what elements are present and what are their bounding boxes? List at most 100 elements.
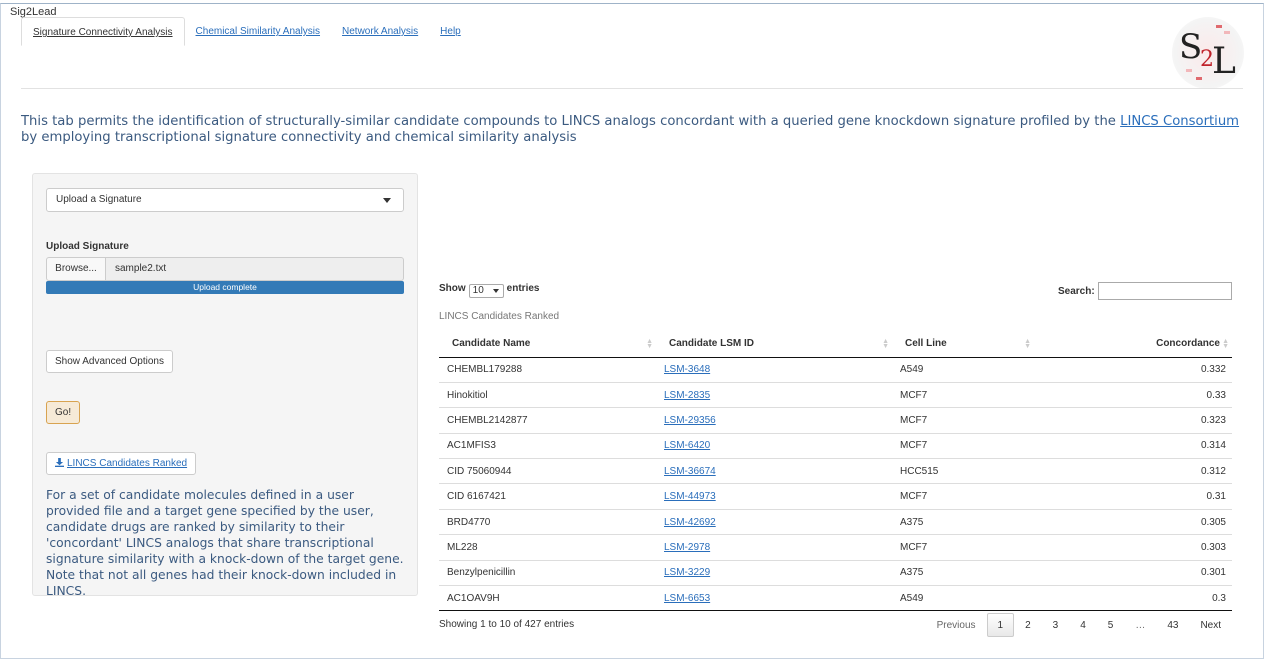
cell-cell-line: MCF7 (892, 483, 1034, 510)
table-row: Benzylpenicillin LSM-3229 A375 0.301 (439, 559, 1232, 586)
tab-network-analysis[interactable]: Network Analysis (331, 17, 429, 46)
cell-concordance: 0.33 (1034, 381, 1232, 408)
cell-cell-line: MCF7 (892, 381, 1034, 408)
pagination-page[interactable]: 3 (1042, 613, 1070, 637)
lincs-consortium-link[interactable]: LINCS Consortium (1120, 114, 1239, 129)
cell-concordance: 0.332 (1200, 364, 1226, 376)
table-row: CID 75060944 LSM-36674 HCC515 0.312 (439, 458, 1232, 484)
cell-candidate-name: AC1OAV9H (439, 585, 656, 612)
intro-text: This tab permits the identification of s… (21, 114, 1240, 145)
cell-cell-line: HCC515 (892, 458, 1034, 484)
tab-help[interactable]: Help (429, 17, 472, 46)
cell-lsm-id: LSM-29356 (656, 407, 892, 434)
table-row: CHEMBL179288 LSM-3648 A549 0.332 (439, 357, 1232, 382)
cell-cell-line: A549 (900, 364, 924, 376)
page-length-control: Show 10 entries (439, 283, 540, 298)
pagination-page[interactable]: 1 (986, 613, 1015, 637)
go-button[interactable]: Go! (46, 401, 81, 424)
chevron-down-icon (492, 289, 499, 293)
pagination-previous[interactable]: Previous (926, 613, 987, 637)
pagination-next[interactable]: Next (1189, 613, 1232, 637)
cell-candidate-name: CHEMBL2142877 (439, 407, 656, 434)
cell-cell-line: MCF7 (892, 432, 1034, 459)
cell-lsm-id-link[interactable]: LSM-2835 (664, 390, 710, 401)
cell-lsm-id: LSM-2978 (656, 534, 892, 561)
cell-concordance: 0.31 (1034, 483, 1232, 510)
cell-lsm-id: LSM-3229 (656, 559, 892, 586)
table-row: CID 6167421 LSM-44973 MCF7 0.31 (439, 483, 1232, 510)
upload-progress-bar: Upload complete (46, 281, 404, 294)
search-input[interactable] (1098, 282, 1232, 300)
cell-concordance: 0.312 (1034, 458, 1232, 484)
pagination-page[interactable]: 43 (1156, 613, 1189, 637)
cell-candidate-name: BRD4770 (439, 508, 656, 535)
sort-icon: ▲ ▼ (882, 338, 889, 350)
cell-lsm-id: LSM-6653 (656, 585, 892, 612)
show-advanced-options-button[interactable]: Show Advanced Options (46, 350, 173, 373)
col-candidate-lsm-id[interactable]: Candidate LSM ID ▲ ▼ (656, 331, 892, 358)
cell-concordance: 0.301 (1034, 559, 1232, 586)
sidebar-panel: Upload a Signature Upload Signature Brow… (32, 173, 418, 598)
cell-lsm-id: LSM-6420 (656, 432, 892, 459)
cell-lsm-id-link[interactable]: LSM-3648 (664, 364, 710, 375)
col-concordance[interactable]: Concordance ▲ ▼ (1034, 331, 1232, 358)
tab-signature-connectivity[interactable]: Signature Connectivity Analysis (21, 17, 185, 46)
sig2lead-logo: S 2 L (1172, 17, 1244, 89)
cell-cell-line: MCF7 (892, 534, 1034, 561)
pagination-page[interactable]: 4 (1069, 613, 1097, 637)
cell-lsm-id: LSM-2835 (656, 381, 892, 408)
table-row: AC1OAV9H LSM-6653 A549 0.3 (439, 585, 1232, 612)
cell-lsm-id-link[interactable]: LSM-29356 (664, 415, 716, 426)
cell-concordance: 0.303 (1034, 534, 1232, 561)
pagination-page[interactable]: 5 (1097, 613, 1125, 637)
cell-lsm-id: LSM-36674 (656, 458, 892, 484)
col-candidate-name[interactable]: Candidate Name ▲ ▼ (439, 331, 656, 358)
table-row: ML228 LSM-2978 MCF7 0.303 (439, 534, 1232, 561)
cell-lsm-id-link[interactable]: LSM-36674 (664, 466, 716, 477)
page-length-select[interactable]: 10 (468, 284, 504, 298)
cell-cell-line: A375 (892, 559, 1034, 586)
pagination-page[interactable]: 2 (1014, 613, 1042, 637)
cell-lsm-id: LSM-42692 (656, 508, 892, 535)
cell-lsm-id: LSM-3648 (656, 357, 892, 382)
table-caption: LINCS Candidates Ranked (439, 311, 560, 322)
cell-cell-line: MCF7 (892, 407, 1034, 434)
search-label: Search: (1058, 286, 1095, 297)
description-text: For a set of candidate molecules defined… (46, 488, 404, 598)
header-divider (21, 88, 1243, 89)
col-cell-line[interactable]: Cell Line ▲ ▼ (892, 331, 1034, 358)
cell-candidate-name: Benzylpenicillin (439, 559, 656, 586)
cell-lsm-id-link[interactable]: LSM-42692 (664, 517, 716, 528)
tab-bar: Signature Connectivity Analysis Chemical… (21, 17, 472, 46)
cell-lsm-id-link[interactable]: LSM-44973 (664, 491, 716, 502)
cell-lsm-id: LSM-44973 (656, 483, 892, 510)
upload-signature-label: Upload Signature (46, 241, 129, 252)
table-row: AC1MFIS3 LSM-6420 MCF7 0.314 (439, 432, 1232, 459)
table-row: BRD4770 LSM-42692 A375 0.305 (439, 508, 1232, 535)
download-icon (55, 458, 64, 467)
candidates-table: Candidate Name ▲ ▼ Candidate LSM ID ▲ ▼ Cell… (439, 331, 1232, 612)
pagination-ellipsis: … (1135, 620, 1146, 631)
table-row: Hinokitiol LSM-2835 MCF7 0.33 (439, 381, 1232, 408)
cell-concordance: 0.314 (1034, 432, 1232, 459)
sort-icon: ▲ ▼ (1024, 338, 1031, 350)
cell-concordance: 0.3 (1034, 585, 1232, 612)
tab-chemical-similarity[interactable]: Chemical Similarity Analysis (185, 17, 331, 46)
file-name-field: sample2.txt (105, 257, 404, 281)
chevron-down-icon (383, 198, 391, 203)
cell-lsm-id-link[interactable]: LSM-6420 (664, 440, 710, 451)
sort-icon: ▲ ▼ (646, 338, 653, 350)
cell-candidate-name: Hinokitiol (439, 381, 656, 408)
cell-lsm-id-link[interactable]: LSM-6653 (664, 593, 710, 604)
cell-concordance: 0.323 (1034, 407, 1232, 434)
cell-candidate-name: CHEMBL179288 (447, 364, 523, 376)
cell-concordance: 0.305 (1034, 508, 1232, 535)
mode-select[interactable]: Upload a Signature (46, 188, 404, 212)
cell-candidate-name: AC1MFIS3 (439, 432, 656, 459)
browse-button[interactable]: Browse... (46, 257, 106, 281)
table-row: CHEMBL2142877 LSM-29356 MCF7 0.323 (439, 407, 1232, 434)
table-info: Showing 1 to 10 of 427 entries (439, 619, 575, 630)
cell-lsm-id-link[interactable]: LSM-2978 (664, 542, 710, 553)
cell-lsm-id-link[interactable]: LSM-3229 (664, 567, 710, 578)
download-candidates-button[interactable]: LINCS Candidates Ranked (46, 452, 197, 475)
